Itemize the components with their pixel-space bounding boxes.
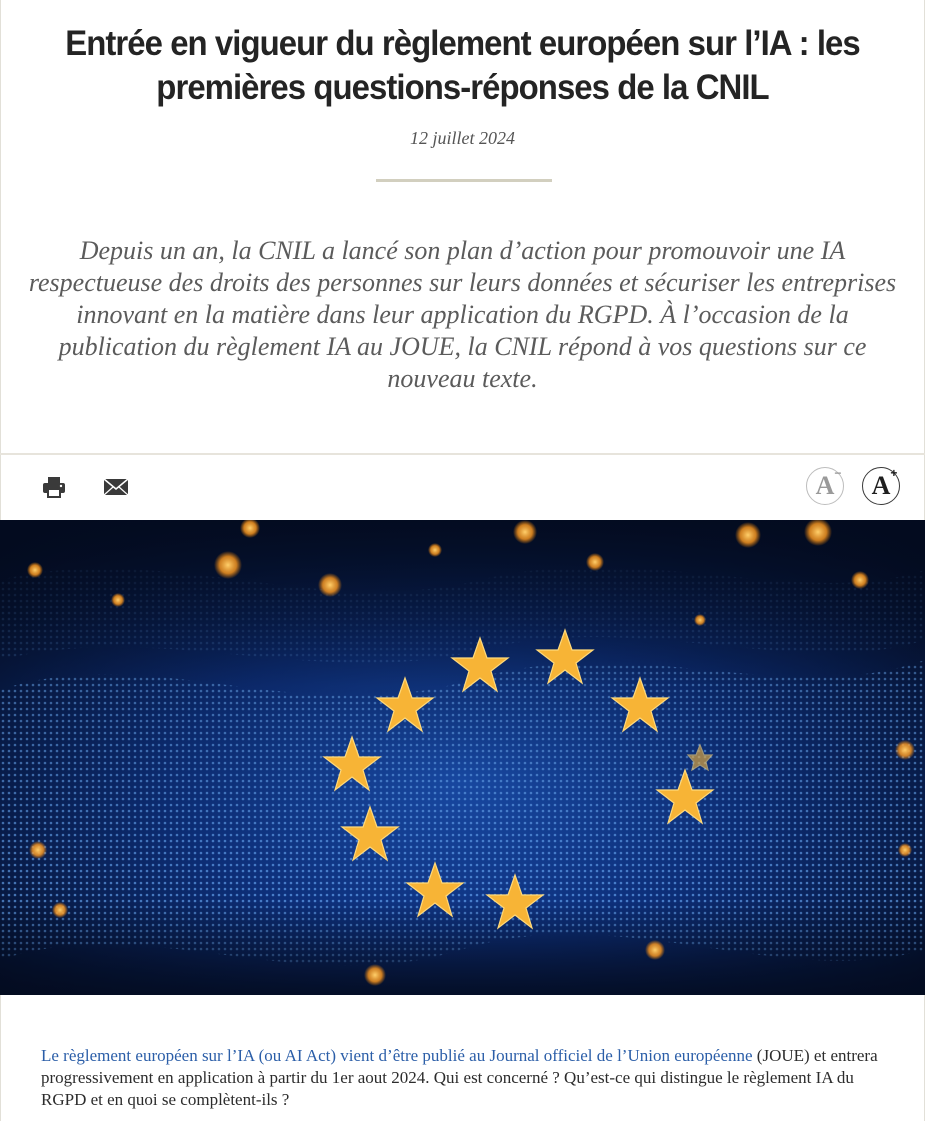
font-decrease-icon: A −: [815, 466, 842, 500]
mail-icon[interactable]: [102, 475, 130, 499]
article-intro: Le règlement européen sur l’IA (ou AI Ac…: [41, 1045, 885, 1111]
print-icon[interactable]: [40, 475, 68, 499]
increase-font-button[interactable]: A +: [862, 467, 900, 505]
decrease-font-button[interactable]: A −: [806, 467, 844, 505]
hero-image-eu-flag-digital: [0, 520, 925, 995]
page-title: Entrée en vigueur du règlement européen …: [65, 24, 860, 107]
publication-date: 12 juillet 2024: [410, 128, 515, 148]
article-lead: Depuis un an, la CNIL a lancé son plan d…: [28, 236, 897, 393]
font-increase-icon: A +: [871, 466, 898, 500]
toolbar-separator: [0, 453, 925, 455]
ai-act-journal-link[interactable]: Le règlement européen sur l’IA (ou AI Ac…: [41, 1046, 753, 1065]
title-divider: [376, 179, 552, 182]
